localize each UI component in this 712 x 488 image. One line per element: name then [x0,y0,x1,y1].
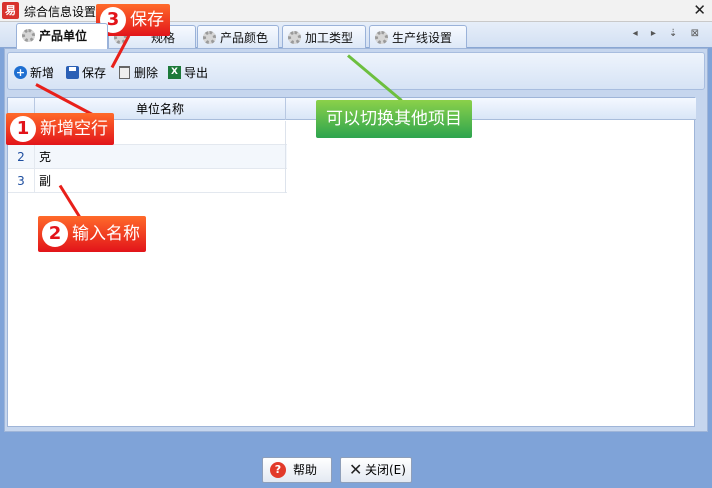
tab-label: 加工类型 [305,31,354,45]
row-number: 3 [17,174,25,188]
data-grid: 单位名称 2 克 3 副 [7,97,696,427]
export-label: 导出 [184,66,209,80]
tab-process-type[interactable]: 加工类型 [282,25,366,48]
add-label: 新增 [30,66,55,80]
window-title: 综合信息设置 [24,5,97,19]
help-label: 帮助 [293,463,318,477]
close-button[interactable]: ✕ 关闭(E) [340,457,412,483]
table-row[interactable]: 2 克 [8,145,287,169]
app-logo-icon: 易 [2,2,19,19]
tab-nav-controls[interactable]: ◂ ▸ ⇣ ⊠ [633,28,704,39]
trash-icon [119,66,130,79]
delete-label: 删除 [134,66,159,80]
callout-enter-name: 2 输入名称 [38,216,146,252]
callout-add-row: 1 新增空行 [6,113,114,145]
help-button[interactable]: ? 帮助 [262,457,332,483]
save-icon [66,66,79,79]
close-window-icon[interactable]: ✕ [693,1,706,19]
close-label: 关闭(E) [365,463,406,477]
tab-label: 产品颜色 [220,31,269,45]
tab-strip: 产品单位 规格 产品颜色 加工类型 生产线设置 ◂ ▸ ⇣ ⊠ [0,22,712,49]
row-number: 2 [17,150,25,164]
gear-icon [375,31,388,44]
tab-label: 产品单位 [39,29,88,43]
save-label: 保存 [82,66,107,80]
export-button[interactable]: X 导出 [168,64,208,82]
gear-icon [203,31,216,44]
table-row[interactable]: 3 副 [8,169,287,193]
close-icon: ✕ [349,460,363,479]
callout-text: 输入名称 [72,224,140,244]
callout-text: 新增空行 [40,119,108,139]
callout-text: 保存 [130,10,164,30]
toolbar: + 新增 保存 删除 X 导出 [7,52,705,90]
help-icon: ? [270,462,286,478]
delete-button[interactable]: 删除 [118,64,158,82]
excel-icon: X [168,66,181,79]
gear-icon [288,31,301,44]
save-button[interactable]: 保存 [66,64,106,82]
tab-production-line[interactable]: 生产线设置 [369,25,467,48]
unit-name-cell[interactable]: 副 [34,169,286,193]
tab-label: 生产线设置 [392,31,453,45]
unit-name-cell[interactable]: 克 [34,145,286,169]
gear-icon [22,29,35,42]
callout-switch-tabs: 可以切换其他项目 [316,100,472,138]
add-button[interactable]: + 新增 [14,64,54,82]
callout-badge: 1 [10,116,36,142]
tab-product-unit[interactable]: 产品单位 [16,23,108,49]
callout-badge: 2 [42,221,68,247]
add-icon: + [14,66,27,79]
tab-product-color[interactable]: 产品颜色 [197,25,279,48]
